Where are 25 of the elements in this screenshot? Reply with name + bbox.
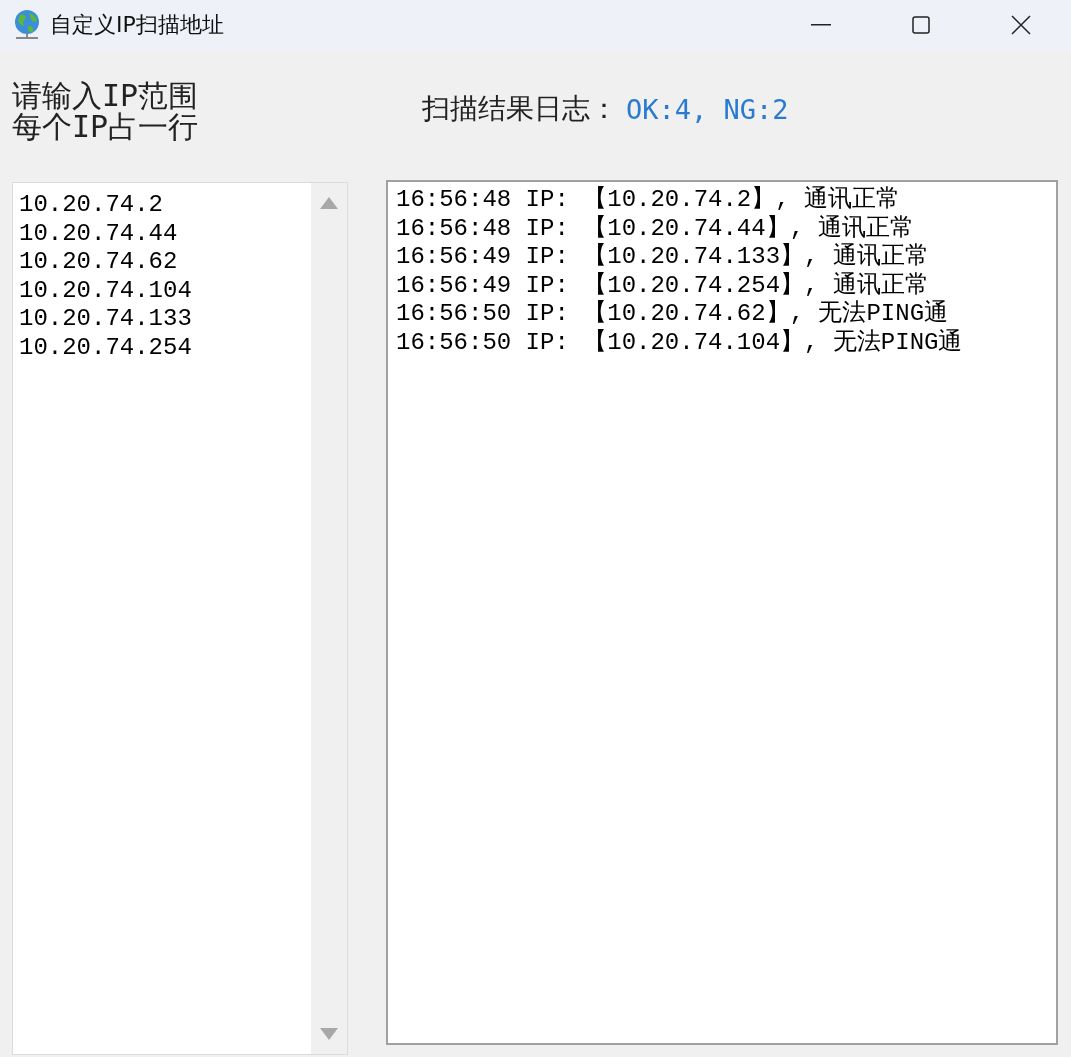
log-label: 扫描结果日志： <box>422 91 618 127</box>
log-summary: OK:4, NG:2 <box>626 93 789 125</box>
ip-line: 10.20.74.104 <box>19 276 193 305</box>
log-line: 16:56:48 IP: 【10.20.74.44】, 通讯正常 <box>396 214 916 243</box>
ip-line: 10.20.74.254 <box>19 333 193 362</box>
log-line: 16:56:50 IP: 【10.20.74.104】, 无法PING通 <box>396 328 964 357</box>
input-label: 请输入IP范围 <box>12 80 200 111</box>
close-icon <box>1011 15 1031 35</box>
log-line: 16:56:48 IP: 【10.20.74.2】, 通讯正常 <box>396 186 902 215</box>
ip-line: 10.20.74.2 <box>19 191 165 220</box>
log-line: 16:56:49 IP: 【10.20.74.133】, 通讯正常 <box>396 243 930 272</box>
window-title: 自定义IP扫描地址 <box>50 11 225 39</box>
ip-line: 10.20.74.44 <box>19 219 179 248</box>
input-label: 每个IP占一行 <box>12 111 200 142</box>
ip-line: 10.20.74.62 <box>19 248 179 277</box>
maximize-icon <box>912 16 930 34</box>
log-line: 16:56:50 IP: 【10.20.74.62】, 无法PING通 <box>396 300 950 329</box>
scroll-down-icon[interactable] <box>320 1028 338 1040</box>
scrollbar[interactable] <box>311 183 347 1054</box>
log-line: 16:56:49 IP: 【10.20.74.254】, 通讯正常 <box>396 271 930 300</box>
globe-icon <box>12 9 42 41</box>
scroll-up-icon[interactable] <box>320 197 338 209</box>
minimize-icon <box>811 24 831 26</box>
ip-input-field[interactable]: 10.20.74.2 10.20.74.44 10.20.74.62 10.20.74.104 10.20.74.133 10.20.74.254 <box>12 182 348 1055</box>
ip-line: 10.20.74.133 <box>19 305 193 334</box>
